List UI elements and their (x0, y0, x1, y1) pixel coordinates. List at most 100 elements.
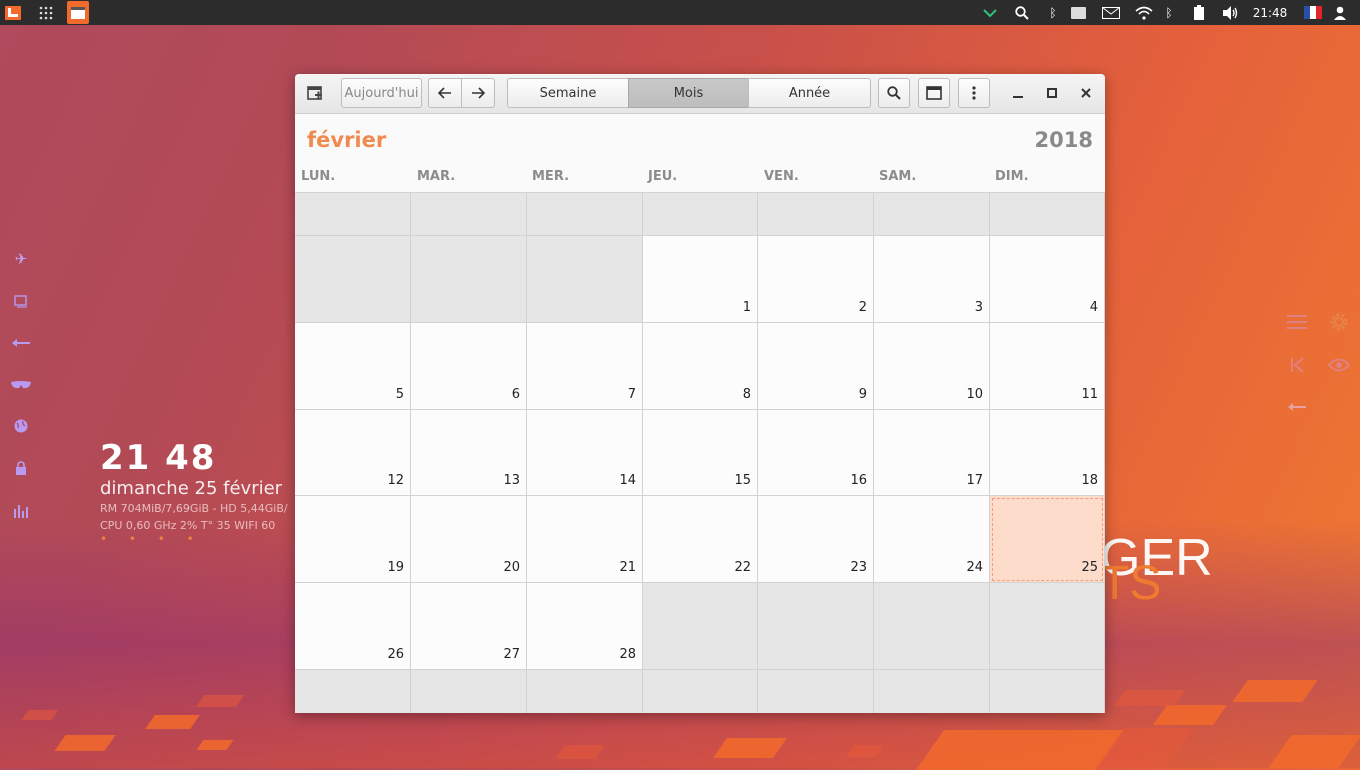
day-cell[interactable]: 13 (411, 410, 527, 496)
menu-button[interactable] (958, 78, 990, 108)
apps-grid-icon[interactable] (36, 0, 56, 25)
day-cell[interactable] (874, 193, 990, 236)
day-cell[interactable] (527, 236, 643, 323)
weekday-header: LUN. (301, 169, 336, 184)
day-cell[interactable]: 2 (758, 236, 874, 323)
day-cell[interactable] (758, 670, 874, 713)
day-cell[interactable]: 16 (758, 410, 874, 496)
search-button[interactable] (878, 78, 910, 108)
menu-icon[interactable] (1285, 310, 1309, 334)
wifi-icon[interactable] (1133, 0, 1155, 25)
gear-icon[interactable] (1327, 310, 1351, 334)
arrow-left-icon[interactable] (1285, 395, 1309, 419)
day-number: 8 (742, 387, 751, 402)
desktop-clock: 21 48 (100, 438, 217, 478)
day-cell[interactable]: 24 (874, 496, 990, 583)
day-cell[interactable] (874, 670, 990, 713)
day-cell[interactable]: 5 (295, 323, 411, 410)
day-cell[interactable]: 26 (295, 583, 411, 670)
day-cell[interactable] (295, 193, 411, 236)
day-cell[interactable]: 7 (527, 323, 643, 410)
globe-icon[interactable] (11, 416, 31, 436)
day-cell[interactable]: 22 (643, 496, 758, 583)
day-cell[interactable] (990, 670, 1105, 713)
day-cell[interactable]: 14 (527, 410, 643, 496)
airplane-icon[interactable]: ✈ (11, 249, 31, 269)
day-cell[interactable]: 12 (295, 410, 411, 496)
day-cell[interactable]: 23 (758, 496, 874, 583)
battery-icon[interactable] (1190, 0, 1208, 25)
panel-clock[interactable]: 21:48 (1250, 0, 1290, 25)
day-cell[interactable]: 11 (990, 323, 1105, 410)
checkmark-icon[interactable] (980, 0, 1000, 25)
next-button[interactable] (461, 78, 495, 108)
weekday-header: MER. (532, 169, 570, 184)
day-cell[interactable]: 21 (527, 496, 643, 583)
close-button[interactable] (1075, 82, 1097, 104)
day-number: 2 (858, 300, 867, 315)
view-year-button[interactable]: Année (748, 78, 871, 108)
day-cell[interactable]: 17 (874, 410, 990, 496)
bluetooth-icon[interactable]: ᛒ (1044, 0, 1062, 25)
day-number: 15 (734, 473, 751, 488)
calendar-task-icon[interactable] (67, 1, 89, 24)
day-cell[interactable]: 19 (295, 496, 411, 583)
skip-back-icon[interactable] (1285, 353, 1309, 377)
drive-icon[interactable] (1068, 0, 1088, 25)
keyboard-layout-flag-icon[interactable] (1303, 0, 1323, 25)
day-cell[interactable]: 4 (990, 236, 1105, 323)
year-title: 2018 (1034, 128, 1093, 152)
view-month-button[interactable]: Mois (628, 78, 749, 108)
minimize-button[interactable] (1007, 82, 1029, 104)
day-cell[interactable] (643, 670, 758, 713)
day-cell[interactable]: 1 (643, 236, 758, 323)
stats-icon[interactable] (11, 501, 31, 521)
day-cell[interactable] (874, 583, 990, 670)
user-icon[interactable] (1330, 0, 1350, 25)
day-cell[interactable]: 20 (411, 496, 527, 583)
arrow-left-icon[interactable] (11, 333, 31, 353)
day-cell[interactable]: 15 (643, 410, 758, 496)
day-cell[interactable] (643, 193, 758, 236)
bluetooth-icon[interactable]: ᛒ (1160, 0, 1178, 25)
day-cell[interactable] (990, 193, 1105, 236)
day-cell[interactable] (295, 670, 411, 713)
day-number: 5 (395, 387, 404, 402)
day-number: 16 (850, 473, 867, 488)
day-cell[interactable] (527, 670, 643, 713)
new-event-button[interactable] (301, 78, 329, 108)
day-cell[interactable] (295, 236, 411, 323)
maximize-button[interactable] (1041, 82, 1063, 104)
weekday-header: MAR. (417, 169, 456, 184)
day-cell[interactable]: 3 (874, 236, 990, 323)
previous-button[interactable] (428, 78, 462, 108)
day-number: 4 (1089, 300, 1098, 315)
window-icon[interactable] (11, 291, 31, 311)
day-cell[interactable] (758, 583, 874, 670)
day-cell[interactable]: 10 (874, 323, 990, 410)
day-cell[interactable]: 9 (758, 323, 874, 410)
day-cell[interactable]: 27 (411, 583, 527, 670)
day-cell[interactable] (527, 193, 643, 236)
day-cell[interactable]: 18 (990, 410, 1105, 496)
day-cell[interactable] (758, 193, 874, 236)
day-cell[interactable]: 8 (643, 323, 758, 410)
mail-icon[interactable] (1100, 0, 1122, 25)
calendar-management-button[interactable] (918, 78, 950, 108)
lock-icon[interactable] (11, 458, 31, 478)
day-cell[interactable] (411, 670, 527, 713)
app-menu-icon[interactable] (4, 0, 22, 25)
volume-icon[interactable] (1220, 0, 1242, 25)
day-cell[interactable] (411, 193, 527, 236)
view-week-button[interactable]: Semaine (507, 78, 629, 108)
today-button[interactable]: Aujourd'hui (341, 78, 422, 108)
day-cell[interactable] (643, 583, 758, 670)
search-icon[interactable] (1012, 0, 1032, 25)
mask-icon[interactable] (11, 375, 31, 395)
day-cell[interactable]: 28 (527, 583, 643, 670)
day-cell[interactable]: 6 (411, 323, 527, 410)
day-cell[interactable] (411, 236, 527, 323)
day-cell[interactable]: 25 (990, 496, 1105, 583)
eye-icon[interactable] (1327, 353, 1351, 377)
day-cell[interactable] (990, 583, 1105, 670)
